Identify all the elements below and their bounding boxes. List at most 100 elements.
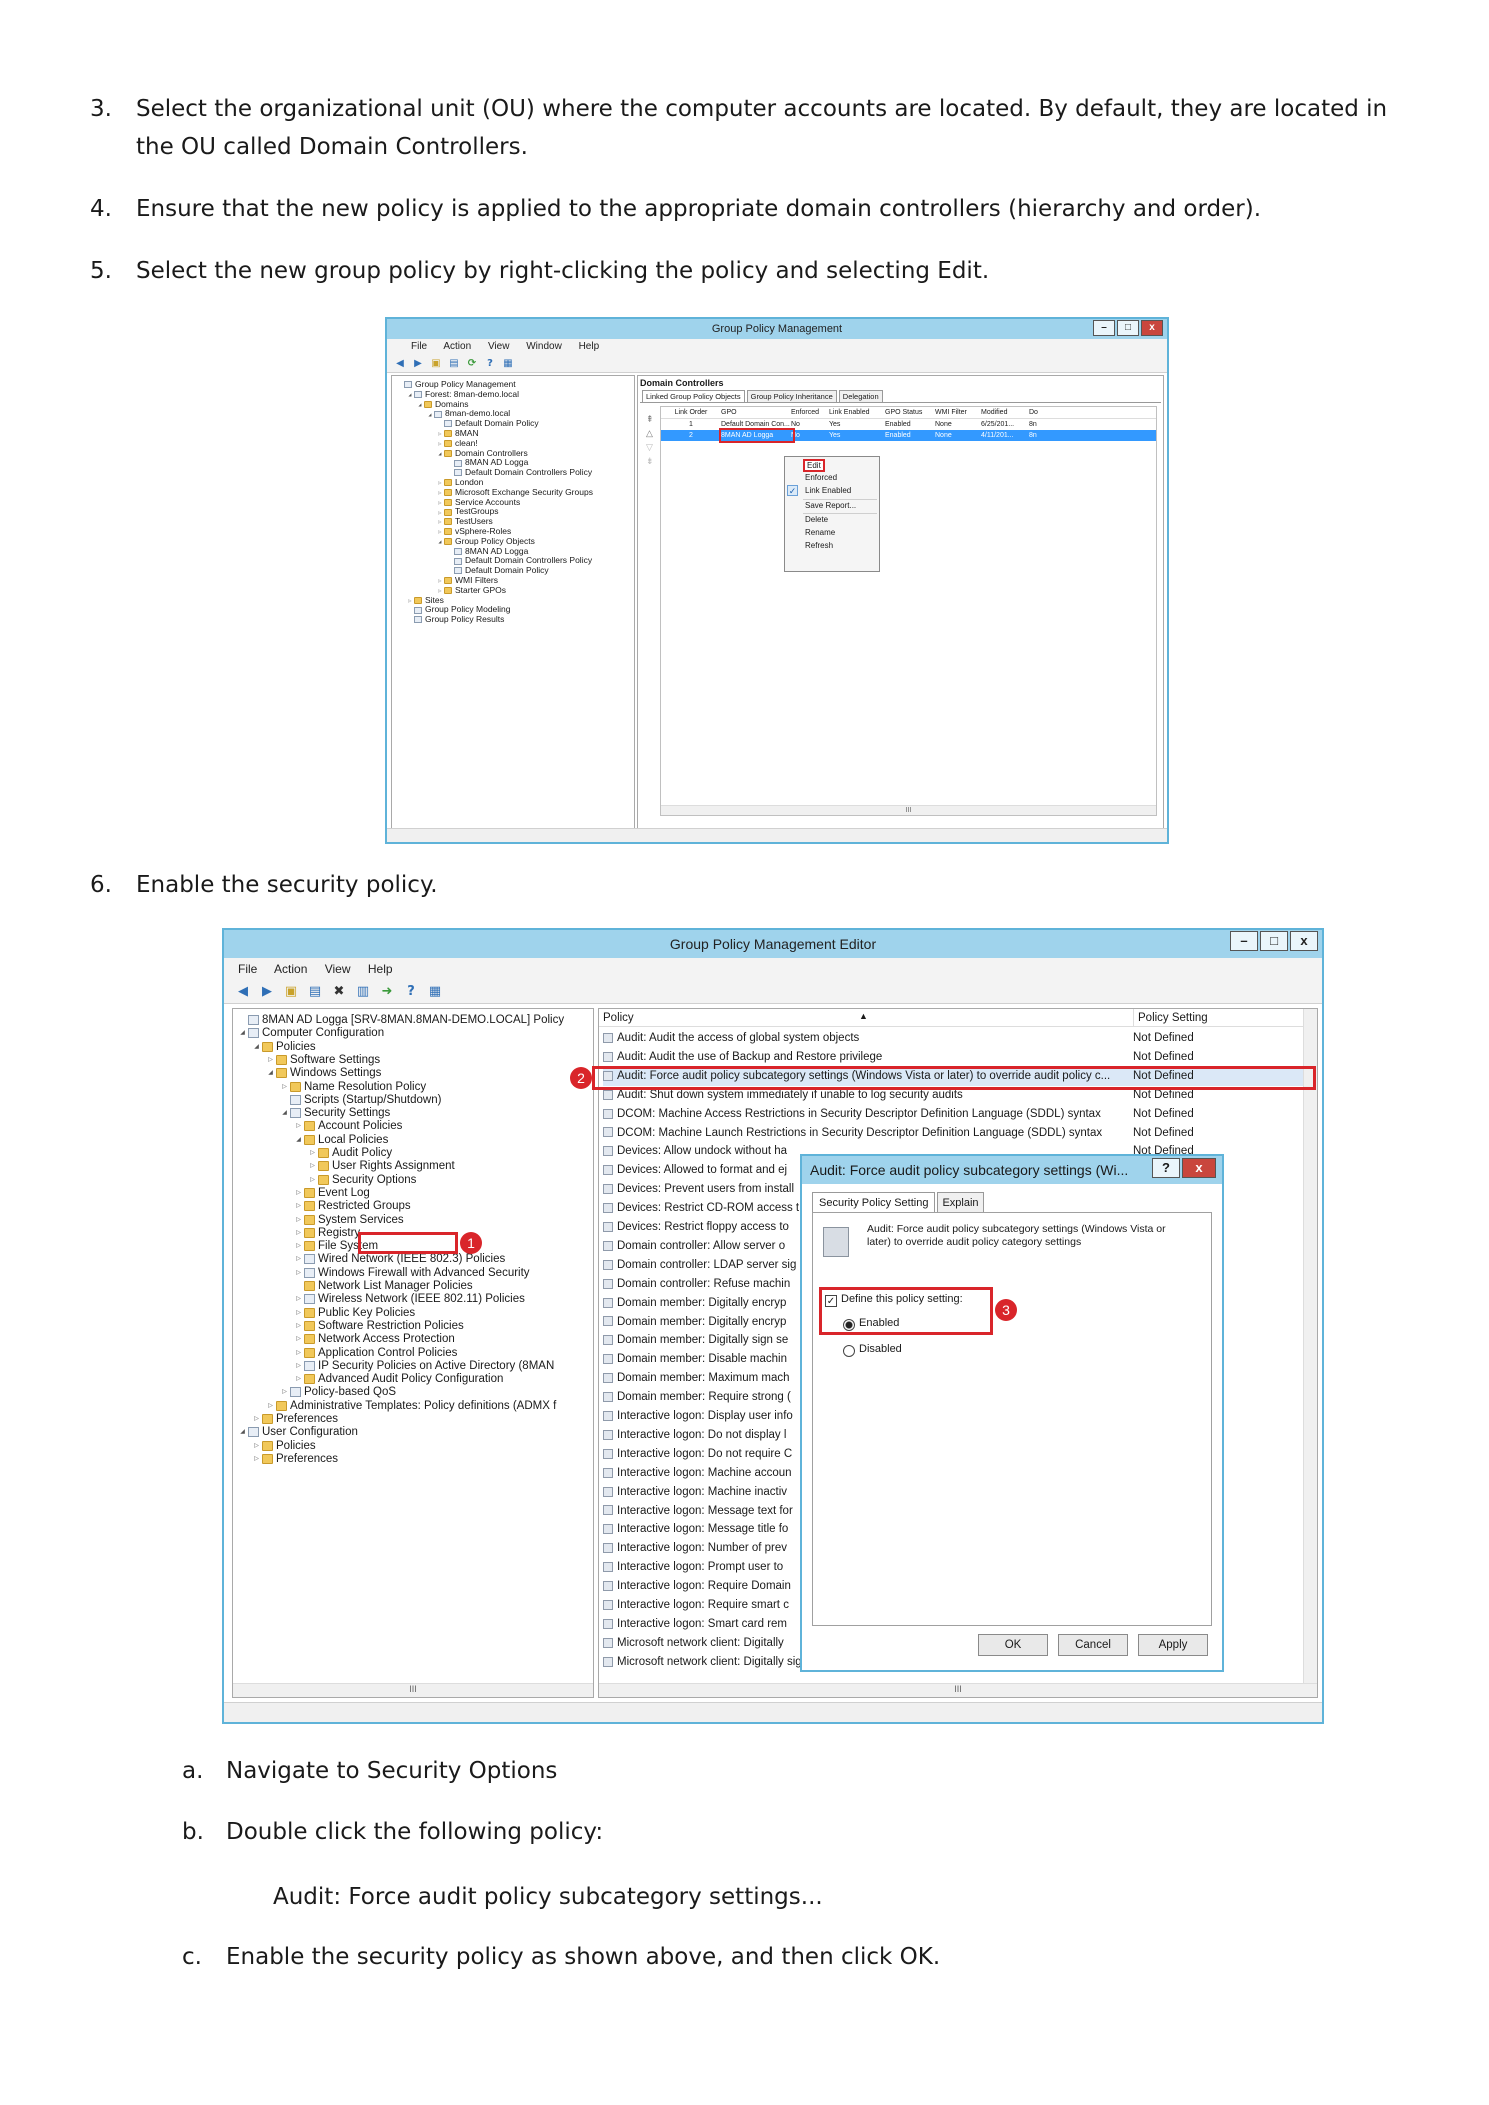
substep-text: Enable the security policy as shown abov… xyxy=(226,1944,941,1970)
collapse-arrow-icon[interactable]: ◢ xyxy=(293,1131,304,1149)
policy-icon xyxy=(603,1278,613,1289)
help-icon[interactable]: ? xyxy=(402,984,420,1000)
properties-icon[interactable]: ▥ xyxy=(354,984,372,1000)
help-icon[interactable]: ? xyxy=(483,358,497,370)
col-link-enabled[interactable]: Link Enabled xyxy=(829,407,885,418)
collapse-arrow-icon[interactable]: ◢ xyxy=(237,1024,248,1042)
view-icon[interactable]: ▦ xyxy=(426,984,444,1000)
policy-icon xyxy=(603,1448,613,1459)
menu-item-edit[interactable]: Edit xyxy=(803,459,825,472)
tab-delegation[interactable]: Delegation xyxy=(838,390,883,402)
policy-setting: Not Defined xyxy=(1133,1107,1194,1120)
export-icon[interactable]: ➜ xyxy=(378,984,396,1000)
col-modified[interactable]: Modified xyxy=(981,407,1029,418)
up-folder-icon[interactable]: ▣ xyxy=(282,984,300,1000)
apply-button[interactable]: Apply xyxy=(1138,1634,1208,1656)
tab-linked-gpos[interactable]: Linked Group Policy Objects xyxy=(642,390,745,402)
move-top-icon[interactable]: ⇞ xyxy=(646,414,654,425)
horizontal-scrollbar[interactable]: III xyxy=(233,1683,593,1697)
back-arrow-icon[interactable]: ◀ xyxy=(234,984,252,1000)
tab-inheritance[interactable]: Group Policy Inheritance xyxy=(746,390,837,402)
close-button[interactable]: x xyxy=(1290,931,1318,951)
move-up-icon[interactable]: △ xyxy=(646,428,653,439)
col-gpo-status[interactable]: GPO Status xyxy=(885,407,935,418)
properties-icon[interactable]: ▦ xyxy=(501,358,515,370)
gpme-window: Group Policy Management Editor – □ x Fil… xyxy=(222,928,1324,1724)
menu-item-refresh[interactable]: Refresh xyxy=(805,541,833,550)
col-policy-setting[interactable]: Policy Setting xyxy=(1133,1009,1208,1027)
tree-item[interactable]: Group Policy Results xyxy=(406,613,504,626)
forward-arrow-icon[interactable]: ▶ xyxy=(411,358,425,370)
menu-action[interactable]: Action xyxy=(443,341,471,352)
menu-item-delete[interactable]: Delete xyxy=(805,515,828,524)
show-hide-tree-icon[interactable]: ▤ xyxy=(447,358,461,370)
list-item[interactable]: DCOM: Machine Access Restrictions in Sec… xyxy=(603,1105,1303,1124)
expand-arrow-icon[interactable]: ▷ xyxy=(251,1450,262,1468)
col-enforced[interactable]: Enforced xyxy=(791,407,829,418)
menu-item-save-report[interactable]: Save Report... xyxy=(805,501,856,510)
tab-security-policy-setting[interactable]: Security Policy Setting xyxy=(812,1192,936,1212)
horizontal-scrollbar[interactable]: III xyxy=(661,805,1156,815)
list-item[interactable]: Audit: Audit the use of Backup and Resto… xyxy=(603,1048,1303,1067)
menu-item-enforced[interactable]: Enforced xyxy=(805,473,837,482)
collapse-arrow-icon[interactable]: ◢ xyxy=(265,1064,276,1082)
tree-item-label: Preferences xyxy=(276,1452,339,1465)
move-down-icon[interactable]: ▽ xyxy=(646,442,653,453)
menu-item-rename[interactable]: Rename xyxy=(805,528,835,537)
menu-view[interactable]: View xyxy=(488,341,510,352)
minimize-button[interactable]: – xyxy=(1093,320,1115,336)
back-arrow-icon[interactable]: ◀ xyxy=(393,358,407,370)
menu-help[interactable]: Help xyxy=(579,341,600,352)
menu-window[interactable]: Window xyxy=(526,341,562,352)
forward-arrow-icon[interactable]: ▶ xyxy=(258,984,276,1000)
policy-icon xyxy=(603,1259,613,1270)
tree-item[interactable]: ▷ Starter GPOs xyxy=(436,584,506,597)
col-policy[interactable]: Policy xyxy=(603,1009,634,1027)
col-link-order[interactable]: Link Order xyxy=(661,407,721,418)
menu-view[interactable]: View xyxy=(325,962,351,976)
col-gpo[interactable]: GPO xyxy=(721,407,791,418)
policy-icon xyxy=(603,1656,613,1667)
tree-item[interactable]: ▷ Preferences xyxy=(251,1450,338,1468)
tab-explain[interactable]: Explain xyxy=(937,1192,984,1212)
show-hide-tree-icon[interactable]: ▤ xyxy=(306,984,324,1000)
policy-icon xyxy=(603,1165,613,1176)
collapse-arrow-icon[interactable]: ◢ xyxy=(416,398,424,411)
policy-icon xyxy=(603,1316,613,1327)
refresh-icon[interactable]: ⟳ xyxy=(465,358,479,370)
menu-file[interactable]: File xyxy=(411,341,427,352)
up-folder-icon[interactable]: ▣ xyxy=(429,358,443,370)
collapse-arrow-icon[interactable]: ◢ xyxy=(436,535,444,548)
cancel-button[interactable]: Cancel xyxy=(1058,1634,1128,1656)
minimize-button[interactable]: – xyxy=(1230,931,1258,951)
collapse-arrow-icon[interactable]: ◢ xyxy=(426,408,434,421)
vertical-scrollbar[interactable] xyxy=(1303,1009,1317,1683)
collapse-arrow-icon[interactable]: ◢ xyxy=(436,447,444,460)
collapse-arrow-icon[interactable]: ◢ xyxy=(237,1423,248,1441)
menu-action[interactable]: Action xyxy=(274,962,307,976)
highlight-define-enabled xyxy=(819,1287,993,1335)
move-bottom-icon[interactable]: ⇟ xyxy=(646,456,654,467)
delete-icon[interactable]: ✖ xyxy=(330,984,348,1000)
maximize-button[interactable]: □ xyxy=(1117,320,1139,336)
menu-file[interactable]: File xyxy=(238,962,257,976)
collapse-arrow-icon[interactable]: ◢ xyxy=(279,1104,290,1122)
col-domain[interactable]: Do xyxy=(1029,407,1043,418)
policy-icon xyxy=(603,1221,613,1232)
menu-item-link-enabled[interactable]: Link Enabled xyxy=(805,486,851,495)
ok-button[interactable]: OK xyxy=(978,1634,1048,1656)
list-item[interactable]: Audit: Audit the access of global system… xyxy=(603,1029,1303,1048)
horizontal-scrollbar[interactable]: III xyxy=(599,1683,1317,1697)
highlight-security-options xyxy=(358,1232,458,1254)
dialog-help-button[interactable]: ? xyxy=(1152,1158,1180,1178)
close-button[interactable]: x xyxy=(1141,320,1163,336)
maximize-button[interactable]: □ xyxy=(1260,931,1288,951)
policy-name: Domain controller: Refuse machin xyxy=(603,1275,790,1294)
collapse-arrow-icon[interactable]: ◢ xyxy=(251,1038,262,1056)
col-wmi-filter[interactable]: WMI Filter xyxy=(935,407,981,418)
dialog-close-button[interactable]: x xyxy=(1182,1158,1216,1178)
radio-disabled[interactable] xyxy=(843,1345,855,1357)
collapse-arrow-icon[interactable]: ◢ xyxy=(406,388,414,401)
list-item[interactable]: DCOM: Machine Launch Restrictions in Sec… xyxy=(603,1124,1303,1143)
menu-help[interactable]: Help xyxy=(368,962,393,976)
